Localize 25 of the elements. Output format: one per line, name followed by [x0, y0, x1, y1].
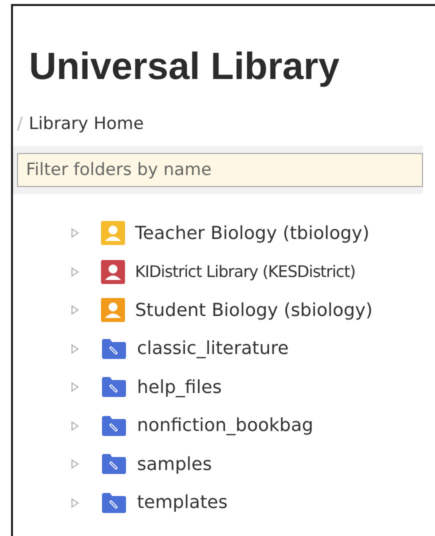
- linked-folder-icon: [101, 414, 127, 437]
- linked-folder-icon: [101, 376, 127, 398]
- folder-label[interactable]: KIDistrict Library (KESDistrict): [135, 262, 356, 282]
- folder-label[interactable]: templates: [137, 492, 228, 514]
- linked-folder-icon: [101, 492, 127, 514]
- folder-label[interactable]: samples: [137, 454, 212, 475]
- expand-caret-icon[interactable]: [71, 266, 79, 277]
- linked-folder-icon: [101, 453, 127, 476]
- folder-label[interactable]: classic_literature: [137, 338, 289, 360]
- filter-field[interactable]: Filter folders by name: [17, 153, 423, 187]
- expand-caret-icon[interactable]: [71, 420, 79, 431]
- expand-caret-icon[interactable]: [71, 382, 79, 392]
- page-title: Universal Library: [29, 48, 340, 86]
- breadcrumb-link[interactable]: Library Home: [28, 114, 144, 134]
- expand-caret-icon[interactable]: [71, 498, 79, 508]
- breadcrumb-separator: /: [17, 114, 23, 134]
- expand-caret-icon[interactable]: [71, 305, 79, 316]
- expand-caret-icon[interactable]: [71, 459, 79, 470]
- folder-label[interactable]: Student Biology (sbiology): [135, 300, 373, 321]
- folder-label[interactable]: Teacher Biology (tbiology): [135, 222, 370, 244]
- linked-folder-icon: [101, 338, 127, 360]
- folder-label[interactable]: nonfiction_bookbag: [137, 415, 314, 436]
- expand-caret-icon[interactable]: [71, 344, 79, 354]
- expand-caret-icon[interactable]: [71, 228, 79, 238]
- folder-label[interactable]: help_files: [137, 376, 222, 398]
